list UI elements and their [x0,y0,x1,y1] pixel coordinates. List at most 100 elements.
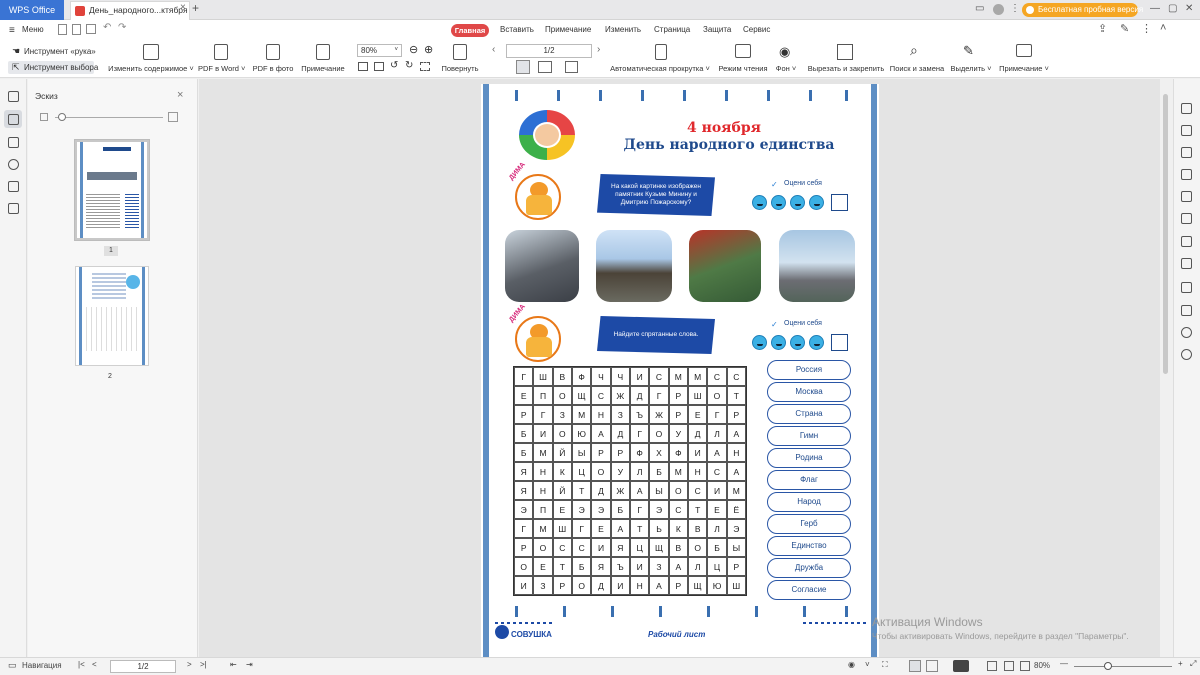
sign-icon[interactable] [1181,191,1192,202]
pdf-to-photo-button[interactable]: PDF в фото [252,64,294,73]
comment-icon[interactable] [1016,44,1032,57]
eye-status-icon[interactable]: ◉ [848,660,855,669]
crop-icon[interactable] [837,44,853,60]
status-zoom[interactable]: 80% [1034,661,1050,670]
avatar[interactable] [993,4,1004,15]
zoom-slider-handle[interactable] [1104,662,1112,670]
new-tab-button[interactable]: + [192,1,199,15]
page-input[interactable]: 1/2 [506,44,592,58]
thumbnail-icon[interactable] [8,114,19,125]
print-icon[interactable] [86,24,96,34]
small-thumb-icon[interactable] [40,113,48,121]
status-page-input[interactable]: 1/2 [110,660,176,673]
zoom-out-status-icon[interactable]: — [1060,659,1068,668]
zoom-out-icon[interactable]: ⊖ [409,43,418,56]
close-tab-icon[interactable]: × [180,2,186,13]
single-page-icon[interactable] [516,60,530,74]
navigation-icon[interactable]: ▭ [8,660,17,671]
highlight-icon[interactable]: ✎ [963,43,974,59]
edit-icon[interactable]: ✎ [1120,22,1129,35]
fit-page-status-icon[interactable] [1004,661,1014,671]
vertical-scrollbar[interactable] [1162,84,1170,654]
background-button[interactable]: Фон ˅ [772,64,800,73]
large-thumb-icon[interactable] [168,112,178,122]
redo-icon[interactable]: ↷ [118,22,126,33]
attachment-icon[interactable] [8,159,19,170]
more-icon[interactable]: ⋮ [1010,3,1020,14]
double-page-status-icon[interactable] [926,660,938,672]
lock-icon[interactable] [1181,305,1192,316]
play-icon[interactable] [953,660,969,672]
annotation-button[interactable]: Примечание [300,64,346,73]
wps-office-tab[interactable]: WPS Office [0,0,64,20]
double-page-icon[interactable] [538,61,552,73]
compress-icon[interactable] [1181,169,1192,180]
scroll-thumb[interactable] [1163,94,1168,374]
slider-handle[interactable] [58,113,66,121]
more-menu-icon[interactable]: ⋮ [1141,22,1152,35]
zoom-in-icon[interactable]: ⊕ [424,43,433,56]
comments-icon[interactable] [8,137,19,148]
zoom-tool-icon[interactable] [1181,327,1192,338]
help-icon[interactable] [1181,349,1192,360]
next-page-status-icon[interactable]: > [187,660,192,669]
signature-icon[interactable] [8,203,19,214]
search-icon[interactable]: ⌕ [910,42,918,59]
actual-size-icon[interactable] [358,62,368,71]
collapse-icon[interactable]: ˄ [1160,22,1166,34]
close-window-icon[interactable]: ✕ [1185,3,1193,14]
properties-icon[interactable] [1181,103,1192,114]
zoom-in-status-icon[interactable]: + [1178,659,1183,668]
pdf-to-word-button[interactable]: PDF в Word ˅ [198,64,245,73]
thumb-size-slider[interactable] [55,117,163,118]
rotate-button[interactable]: Повернуть [440,64,480,73]
read-mode-button[interactable]: Режим чтения [716,64,770,73]
document-icon[interactable] [1181,282,1192,293]
layout-icon[interactable]: ▭ [975,3,984,14]
autoscroll-button[interactable]: Автоматическая прокрутка ˅ [608,64,712,73]
prev-page-status-icon[interactable]: < [92,660,97,669]
page-thumbnail-1[interactable] [75,140,149,240]
hand-tool-button[interactable]: ☚ Инструмент «рука» [8,45,96,58]
crop-page-icon[interactable] [420,62,430,71]
select-tool-button[interactable]: ⇱ Инструмент выбора [8,61,98,74]
read-mode-icon[interactable] [735,44,751,58]
save-icon[interactable] [58,24,67,35]
tab-annotation[interactable]: Примечание [545,24,591,36]
tab-edit[interactable]: Изменить [605,24,641,36]
tab-page[interactable]: Страница [654,24,690,36]
dropdown-icon[interactable]: ˅ [865,660,870,669]
continuous-icon[interactable] [565,61,578,73]
first-page-icon[interactable]: |< [78,660,85,669]
forward-icon[interactable]: ⇥ [246,660,253,669]
split-icon[interactable] [1181,258,1192,269]
crop-button[interactable]: Вырезать и закрепить [806,64,886,73]
page-thumbnail-2[interactable] [75,266,149,366]
menu-button[interactable]: Меню [22,24,44,36]
back-icon[interactable]: ⇤ [230,660,237,669]
shapes-icon[interactable] [8,181,19,192]
rotate-right-icon[interactable]: ↻ [405,60,413,71]
fullscreen-icon[interactable]: ⛶ [882,660,888,670]
pdf-to-word-icon[interactable] [214,44,228,60]
rotate-icon[interactable] [453,44,467,60]
open-icon[interactable] [72,24,81,35]
last-page-icon[interactable]: >| [200,660,207,669]
tab-home[interactable]: Главная [451,24,489,37]
trial-button[interactable]: Бесплатная пробная версия [1022,3,1143,17]
document-tab[interactable]: День_народного...ктября (1) [70,1,190,20]
tab-service[interactable]: Сервис [743,24,770,36]
autoscroll-icon[interactable] [655,44,667,60]
expand-icon[interactable]: ⤢ [1190,659,1196,669]
undo-icon[interactable]: ↶ [103,22,111,33]
actual-size-status-icon[interactable] [987,661,997,671]
tab-protect[interactable]: Защита [703,24,731,36]
merge-icon[interactable] [1181,236,1192,247]
next-page-icon[interactable]: › [597,44,600,55]
pen-icon[interactable] [1181,125,1192,136]
stamp-icon[interactable] [1181,213,1192,224]
zoom-select[interactable]: 80% ˅ [357,44,402,57]
close-panel-icon[interactable]: × [177,89,183,101]
annotation-icon[interactable] [316,44,330,60]
hamburger-icon[interactable]: ≡ [9,25,15,36]
